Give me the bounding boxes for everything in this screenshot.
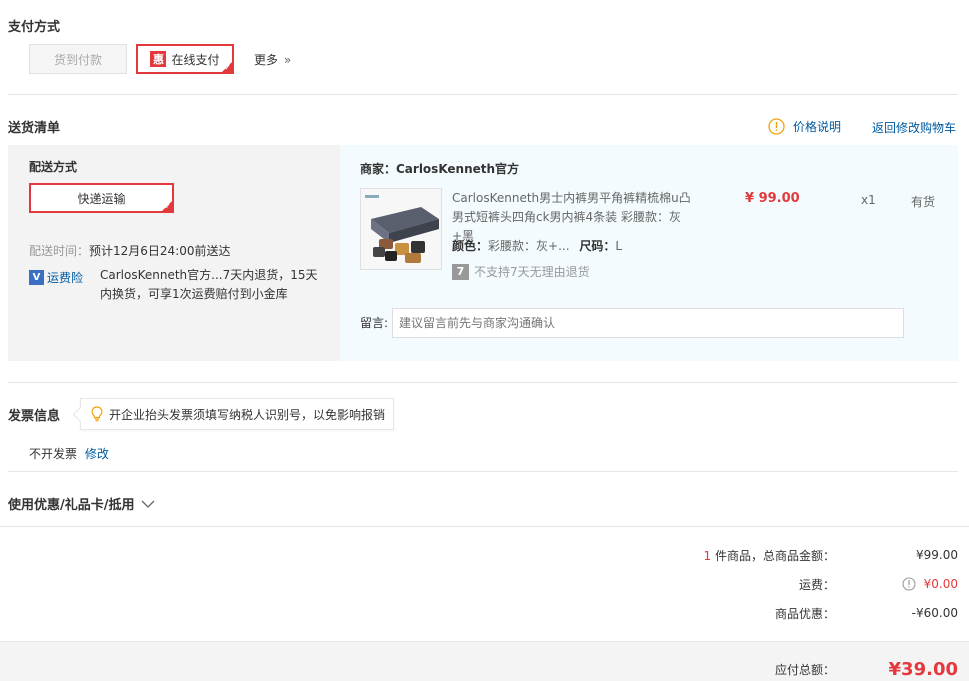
coupon-toggle[interactable]: 使用优惠/礼品卡/抵用 <box>8 494 155 513</box>
product-price: ¥ 99.00 <box>745 191 800 206</box>
check-icon: ✓ <box>224 63 231 72</box>
return-policy: 7 不支持7天无理由退货 <box>452 263 590 280</box>
total-label: 应付总额： <box>774 662 835 677</box>
merchant-name: 商家：CarlosKenneth官方 <box>360 162 520 176</box>
shipping-value: ¥0.00 <box>923 577 958 591</box>
price-note-label: 价格说明 <box>793 120 842 134</box>
delivery-section-title: 送货清单 <box>8 121 61 136</box>
color-label: 颜色： <box>452 239 489 253</box>
invoice-status-text: 不开发票 <box>29 447 78 461</box>
back-to-cart-link[interactable]: 返回修改购物车 <box>872 119 956 136</box>
divider <box>0 526 969 527</box>
discount-row: 商品优惠： -¥60.00 <box>600 603 958 623</box>
invoice-tip-text: 开企业抬头发票须填写纳税人识别号，以免影响报销 <box>109 407 386 422</box>
goods-total-value: ¥99.00 <box>916 548 958 562</box>
warning-circle-icon <box>768 118 785 135</box>
stock-status: 有货 <box>911 195 936 209</box>
discount-value: -¥60.00 <box>911 606 958 620</box>
delivery-time: 配送时间：预计12月6日24:00前送达 <box>29 242 231 259</box>
lightbulb-icon <box>91 406 103 422</box>
color-value: 彩腰款：灰+... <box>488 239 570 253</box>
delivery-time-label: 配送时间： <box>29 244 90 258</box>
goods-total-label: 1 件商品，总商品金额： <box>600 547 835 564</box>
product-quantity: x1 <box>861 193 876 207</box>
size-label: 尺码： <box>579 239 616 253</box>
return-policy-note: 不支持7天无理由退货 <box>474 265 590 279</box>
insurance-description: CarlosKenneth官方...7天内退货，15天内换货，可享1次运费赔付到… <box>100 268 318 301</box>
message-label: 留言: <box>360 316 389 330</box>
product-image-icon <box>361 189 441 269</box>
goods-total-row: 1 件商品，总商品金额： ¥99.00 <box>600 545 958 565</box>
coupon-section-title: 使用优惠/礼品卡/抵用 <box>8 498 135 513</box>
invoice-status: 不开发票 修改 <box>29 445 109 462</box>
shipping-row: 运费： ¥0.00 <box>600 574 958 594</box>
price-note-link[interactable]: 价格说明 <box>768 118 841 135</box>
more-payment-link[interactable]: 更多 » <box>254 51 291 68</box>
product-specs: 颜色：彩腰款：灰+... 尺码：L <box>452 237 622 254</box>
insurance-label: 运费险 <box>47 271 84 285</box>
item-count: 1 <box>703 548 712 563</box>
invoice-edit-link[interactable]: 修改 <box>85 447 109 461</box>
size-value: L <box>615 239 623 253</box>
shipping-insurance-link[interactable]: V 运费险 <box>29 269 83 286</box>
delivery-method-title: 配送方式 <box>29 160 78 174</box>
delivery-time-value: 预计12月6日24:00前送达 <box>89 244 231 258</box>
cod-payment-button[interactable]: 货到付款 <box>29 44 127 74</box>
divider <box>8 471 958 472</box>
invoice-tip-tooltip: 开企业抬头发票须填写纳税人识别号，以免影响报销 <box>80 398 394 430</box>
double-chevron-right-icon: » <box>283 53 292 67</box>
total-value: ¥39.00 <box>888 658 958 680</box>
payment-section-title: 支付方式 <box>8 20 61 35</box>
express-delivery-label: 快递运输 <box>77 191 126 206</box>
message-input[interactable] <box>392 308 904 338</box>
discount-hui-icon: 惠 <box>150 51 167 67</box>
item-count-suffix: 件商品，总商品金额： <box>714 548 835 563</box>
more-payment-label: 更多 <box>254 53 279 67</box>
cod-payment-label: 货到付款 <box>53 52 102 67</box>
express-delivery-button[interactable]: 快递运输 ✓ <box>29 183 174 213</box>
online-payment-button[interactable]: 惠 在线支付 ✓ <box>136 44 234 74</box>
insurance-v-icon: V <box>29 270 44 285</box>
divider <box>8 382 958 383</box>
shipping-value-wrap: ¥0.00 <box>835 577 958 591</box>
chevron-down-icon <box>141 500 154 508</box>
seven-day-return-icon: 7 <box>452 263 469 280</box>
shipping-label: 运费： <box>798 577 835 592</box>
divider <box>8 94 958 95</box>
total-row: 应付总额： ¥39.00 <box>600 657 958 681</box>
invoice-section-title: 发票信息 <box>8 409 61 424</box>
product-thumbnail[interactable] <box>360 188 442 270</box>
online-payment-label: 在线支付 <box>171 52 220 67</box>
discount-label: 商品优惠： <box>774 606 835 621</box>
check-icon: ✓ <box>164 202 171 211</box>
info-circle-icon[interactable] <box>902 577 916 591</box>
